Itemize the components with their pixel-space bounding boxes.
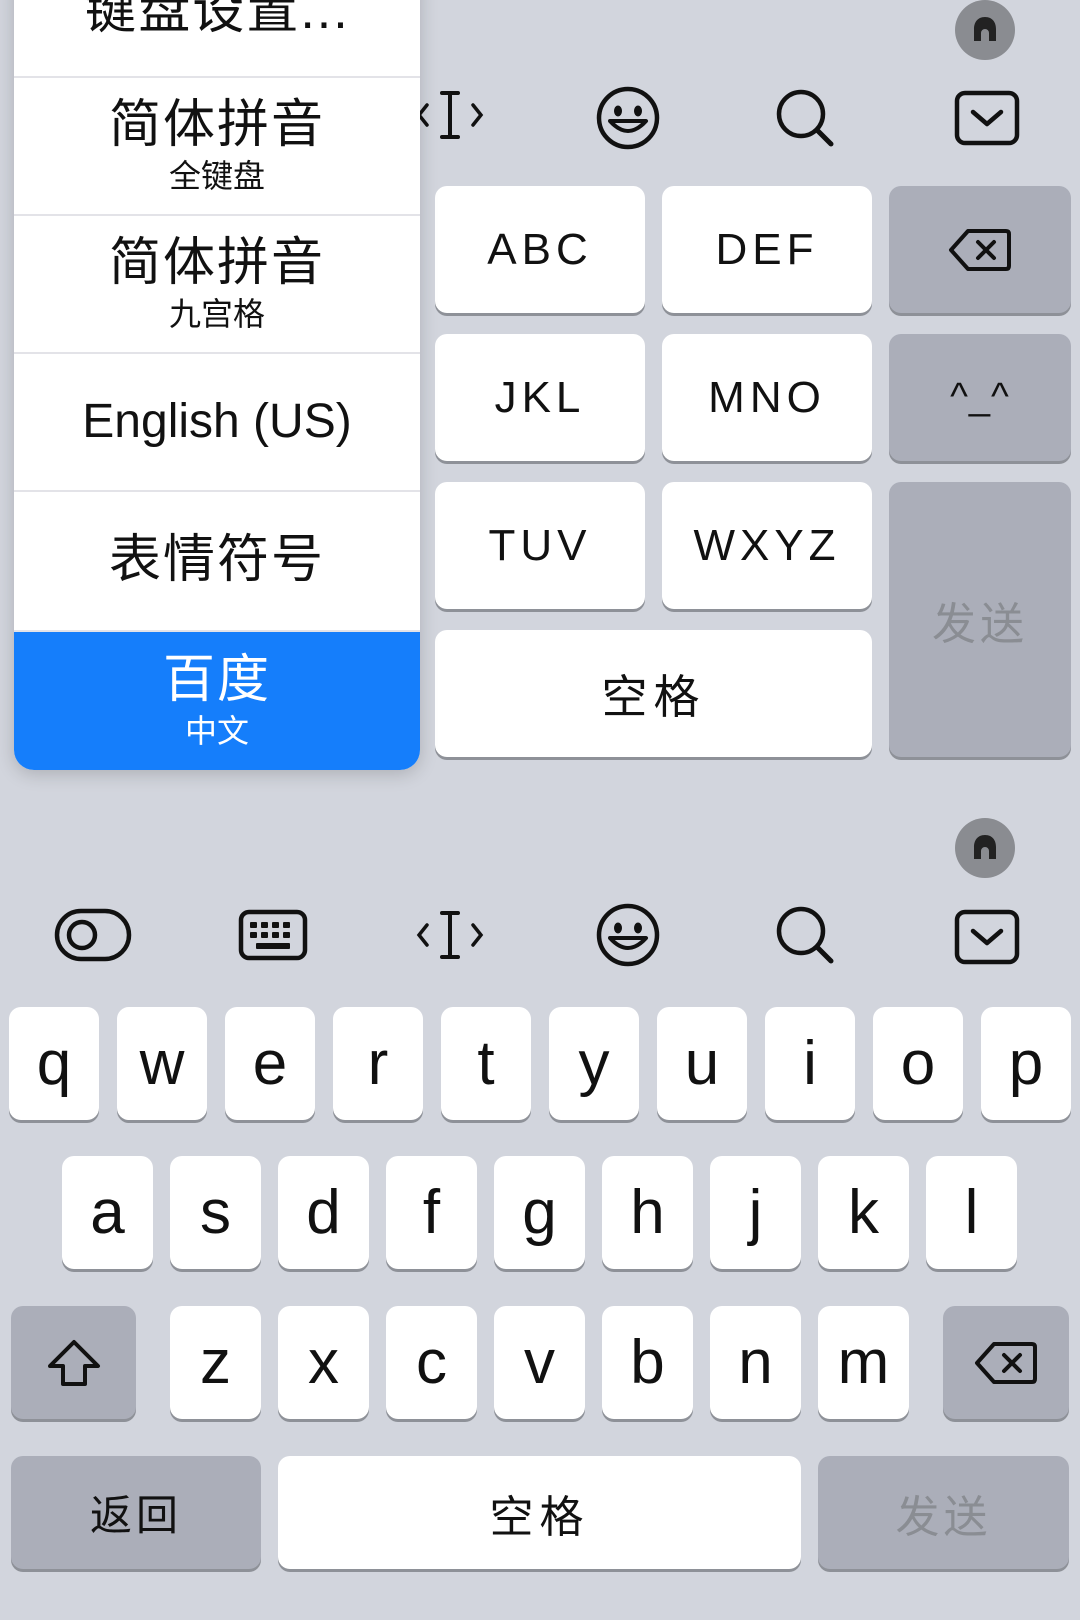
t9-space-key[interactable]: 空格 bbox=[435, 630, 872, 757]
toggle-icon[interactable] bbox=[54, 905, 132, 965]
menu-item-pinyin-9key[interactable]: 简体拼音 九宫格 bbox=[14, 216, 420, 354]
key-l[interactable]: l bbox=[926, 1156, 1017, 1269]
key-g[interactable]: g bbox=[494, 1156, 585, 1269]
key-f[interactable]: f bbox=[386, 1156, 477, 1269]
shift-icon bbox=[47, 1339, 100, 1386]
key-h[interactable]: h bbox=[602, 1156, 693, 1269]
hide-keyboard-icon[interactable] bbox=[952, 907, 1022, 967]
t9-send-key[interactable]: 发送 bbox=[889, 482, 1071, 757]
key-n[interactable]: n bbox=[710, 1306, 801, 1419]
t9-key-tuv[interactable]: TUV bbox=[435, 482, 645, 609]
delete-icon bbox=[949, 228, 1011, 271]
key-d[interactable]: d bbox=[278, 1156, 369, 1269]
key-w[interactable]: w bbox=[117, 1007, 207, 1120]
key-u[interactable]: u bbox=[657, 1007, 747, 1120]
emoji-icon[interactable] bbox=[593, 900, 663, 970]
input-method-menu: 键盘设置... 简体拼音 全键盘 简体拼音 九宫格 English (US) 表… bbox=[14, 0, 420, 770]
return-key[interactable]: 返回 bbox=[11, 1456, 261, 1569]
key-v[interactable]: v bbox=[494, 1306, 585, 1419]
key-s[interactable]: s bbox=[170, 1156, 261, 1269]
search-icon[interactable] bbox=[770, 900, 840, 970]
key-p[interactable]: p bbox=[981, 1007, 1071, 1120]
delete-key[interactable] bbox=[943, 1306, 1069, 1419]
key-r[interactable]: r bbox=[333, 1007, 423, 1120]
key-y[interactable]: y bbox=[549, 1007, 639, 1120]
t9-key-mno[interactable]: MNO bbox=[662, 334, 872, 461]
menu-item-baidu-selected[interactable]: 百度 中文 bbox=[14, 632, 420, 770]
send-key[interactable]: 发送 bbox=[818, 1456, 1069, 1569]
t9-key-abc[interactable]: ABC bbox=[435, 186, 645, 313]
key-e[interactable]: e bbox=[225, 1007, 315, 1120]
key-q[interactable]: q bbox=[9, 1007, 99, 1120]
t9-key-def[interactable]: DEF bbox=[662, 186, 872, 313]
t9-delete-key[interactable] bbox=[889, 186, 1071, 313]
shift-key[interactable] bbox=[11, 1306, 136, 1419]
menu-item-pinyin-full[interactable]: 简体拼音 全键盘 bbox=[14, 78, 420, 216]
key-k[interactable]: k bbox=[818, 1156, 909, 1269]
key-c[interactable]: c bbox=[386, 1306, 477, 1419]
space-key[interactable]: 空格 bbox=[278, 1456, 801, 1569]
hide-keyboard-icon[interactable] bbox=[952, 88, 1022, 148]
search-icon[interactable] bbox=[770, 83, 840, 153]
key-m[interactable]: m bbox=[818, 1306, 909, 1419]
menu-item-english-us[interactable]: English (US) bbox=[14, 354, 420, 492]
menu-item-emoji[interactable]: 表情符号 bbox=[14, 492, 420, 632]
avatar-icon[interactable] bbox=[955, 0, 1015, 60]
key-a[interactable]: a bbox=[62, 1156, 153, 1269]
key-t[interactable]: t bbox=[441, 1007, 531, 1120]
key-i[interactable]: i bbox=[765, 1007, 855, 1120]
key-x[interactable]: x bbox=[278, 1306, 369, 1419]
face-label: ^_^ bbox=[950, 376, 1010, 418]
key-o[interactable]: o bbox=[873, 1007, 963, 1120]
keyboard-icon[interactable] bbox=[237, 905, 309, 965]
emoji-icon[interactable] bbox=[593, 83, 663, 153]
key-z[interactable]: z bbox=[170, 1306, 261, 1419]
delete-icon bbox=[975, 1341, 1037, 1384]
cursor-move-icon[interactable] bbox=[415, 85, 485, 145]
t9-face-key[interactable]: ^_^ bbox=[889, 334, 1071, 461]
cursor-move-icon[interactable] bbox=[415, 905, 485, 965]
t9-key-jkl[interactable]: JKL bbox=[435, 334, 645, 461]
key-b[interactable]: b bbox=[602, 1306, 693, 1419]
menu-item-keyboard-settings[interactable]: 键盘设置... bbox=[14, 0, 420, 78]
t9-key-wxyz[interactable]: WXYZ bbox=[662, 482, 872, 609]
avatar-icon[interactable] bbox=[955, 818, 1015, 878]
key-j[interactable]: j bbox=[710, 1156, 801, 1269]
